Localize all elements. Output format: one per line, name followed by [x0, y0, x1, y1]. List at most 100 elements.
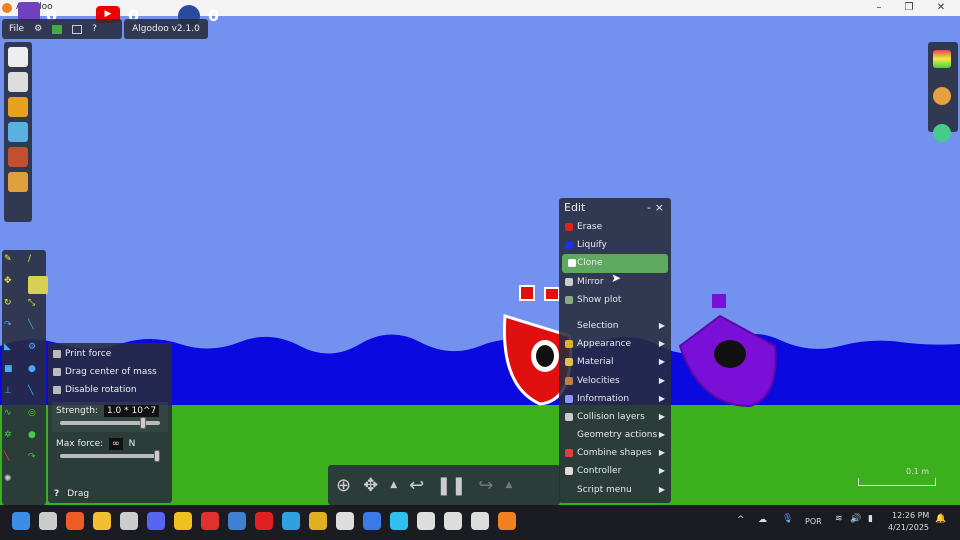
rope-tool-icon[interactable]: ↷	[4, 320, 24, 338]
undo-icon[interactable]: ↩	[409, 475, 424, 496]
thruster-tool-icon[interactable]: ↷	[28, 452, 48, 470]
brave-icon[interactable]	[66, 512, 84, 530]
clock-time[interactable]: 12:26 PM	[892, 511, 929, 520]
maximize-button[interactable]: ❐	[894, 0, 924, 16]
menu-item-combine-shapes[interactable]: Combine shapes ▶	[559, 444, 671, 462]
start-icon[interactable]	[12, 512, 30, 530]
app-fin-icon[interactable]	[390, 512, 408, 530]
menu-item-erase[interactable]: Erase	[559, 218, 671, 236]
window-icon[interactable]	[72, 24, 83, 34]
strength-value[interactable]: 1.0 * 10^7	[103, 405, 160, 417]
save-icon[interactable]	[8, 122, 28, 142]
laser-tool-icon[interactable]: ╲	[4, 452, 24, 470]
app-red-icon[interactable]	[255, 512, 273, 530]
new-scene-icon[interactable]	[8, 47, 28, 67]
pause-button[interactable]: ❚❚	[436, 475, 466, 496]
redo-icon[interactable]: ↪	[478, 475, 493, 496]
gear-tool-icon[interactable]: ⚙	[28, 342, 48, 360]
algodoo-icon[interactable]	[498, 512, 516, 530]
speed-down-icon[interactable]: ▲	[390, 480, 397, 490]
notification-icon[interactable]: 🔔	[935, 514, 946, 524]
sketch-tool-icon[interactable]: ✎	[4, 254, 24, 272]
strength-slider[interactable]	[60, 417, 160, 429]
menu-item-collision-layers[interactable]: Collision layers ▶	[559, 408, 671, 426]
brush-tool-icon[interactable]: ╲	[28, 320, 48, 338]
particles-tool-icon[interactable]: ✺	[4, 474, 24, 492]
app-yellow-icon[interactable]	[174, 512, 192, 530]
max-force-value[interactable]: ∞	[109, 438, 123, 450]
menu-item-material[interactable]: Material ▶	[559, 353, 671, 371]
app-teal-icon[interactable]	[282, 512, 300, 530]
palette-icon[interactable]	[933, 87, 951, 105]
language-indicator[interactable]: POR	[805, 517, 822, 526]
fixate-tool-icon[interactable]: ✲	[4, 430, 24, 448]
zoom-icon[interactable]: ⊕	[336, 475, 351, 496]
clock-date[interactable]: 4/21/2025	[888, 523, 929, 532]
help-button[interactable]: ?	[92, 24, 97, 34]
drag-tool-icon[interactable]	[28, 276, 48, 294]
strength-slider-knob[interactable]	[140, 417, 146, 429]
export-icon[interactable]	[8, 172, 28, 192]
tray-chevron[interactable]: ^	[737, 515, 745, 525]
menu-item-script-menu[interactable]: Script menu ▶	[559, 481, 671, 499]
max-force-slider-knob[interactable]	[154, 450, 160, 462]
polygon-tool-icon[interactable]: ◣	[4, 342, 24, 360]
minimize-menu-button[interactable]: -	[647, 198, 651, 218]
weather-icon[interactable]: ☁	[758, 515, 767, 525]
wifi-icon[interactable]: ≋	[835, 514, 843, 524]
file-explorer-icon[interactable]	[93, 512, 111, 530]
app-gray2-icon[interactable]	[444, 512, 462, 530]
chain-tool-icon[interactable]: ╲	[28, 386, 48, 404]
menu-item-show-plot[interactable]: Show plot	[559, 291, 671, 309]
volume-icon[interactable]: 🔊	[850, 514, 861, 524]
app-blue-icon[interactable]	[228, 512, 246, 530]
close-button[interactable]: ✕	[926, 0, 956, 16]
help-icon[interactable]: ?	[54, 489, 59, 499]
rotate-tool-icon[interactable]: ↻	[4, 298, 24, 316]
menu-item-information[interactable]: Information ▶	[559, 390, 671, 408]
menu-item-velocities[interactable]: Velocities ▶	[559, 372, 671, 390]
disable-rotation-checkbox[interactable]: Disable rotation	[48, 381, 172, 399]
max-force-slider[interactable]	[60, 450, 160, 462]
axle-tool-icon[interactable]: ◎	[28, 408, 48, 426]
plane-tool-icon[interactable]: ⊥	[4, 386, 24, 404]
spring-tool-icon[interactable]: ∿	[4, 408, 24, 426]
tracer-tool-icon[interactable]: ●	[28, 430, 48, 448]
scale-tool-icon[interactable]: ⤡	[28, 298, 48, 316]
app-gray-icon[interactable]	[417, 512, 435, 530]
circle-tool-icon[interactable]: ●	[28, 364, 48, 382]
box-tool-icon[interactable]: ■	[4, 364, 24, 382]
menu-item-clone[interactable]: Clone	[562, 254, 668, 273]
menu-item-appearance[interactable]: Appearance ▶	[559, 335, 671, 353]
task-view-icon[interactable]	[39, 512, 57, 530]
layers-icon[interactable]	[933, 50, 951, 68]
open-folder-icon[interactable]	[8, 97, 28, 117]
menu-item-selection[interactable]: Selection ▶	[559, 317, 671, 335]
microphone-icon[interactable]: 🎙	[782, 514, 793, 524]
roblox-studio-icon[interactable]	[120, 512, 138, 530]
browse-icon[interactable]	[8, 147, 28, 167]
theme-icon[interactable]	[52, 24, 63, 34]
app-git-icon[interactable]	[471, 512, 489, 530]
file-menu[interactable]: File	[9, 24, 24, 34]
discord-icon[interactable]	[147, 512, 165, 530]
minimize-button[interactable]: –	[864, 0, 894, 16]
cutter-tool-icon[interactable]: /	[28, 254, 48, 272]
speed-up-icon[interactable]: ▲	[505, 480, 512, 490]
menu-item-geometry-actions[interactable]: Geometry actions ▶	[559, 426, 671, 444]
app-p-icon[interactable]	[201, 512, 219, 530]
battery-icon[interactable]: ▮	[868, 514, 873, 524]
close-menu-button[interactable]: ×	[655, 198, 664, 218]
settings-icon[interactable]: ⚙	[34, 24, 42, 34]
app-dark-icon[interactable]	[336, 512, 354, 530]
move-tool-icon[interactable]: ✥	[4, 276, 24, 294]
print-force-checkbox[interactable]: Print force	[48, 345, 172, 363]
pan-icon[interactable]: ✥	[363, 475, 378, 496]
menu-item-controller[interactable]: Controller ▶	[559, 462, 671, 480]
clipboard-icon[interactable]	[8, 72, 28, 92]
chrome-icon[interactable]	[309, 512, 327, 530]
zoom-fit-icon[interactable]	[933, 124, 951, 142]
menu-item-liquify[interactable]: Liquify	[559, 236, 671, 254]
roblox-icon[interactable]	[363, 512, 381, 530]
drag-center-checkbox[interactable]: Drag center of mass	[48, 363, 172, 381]
